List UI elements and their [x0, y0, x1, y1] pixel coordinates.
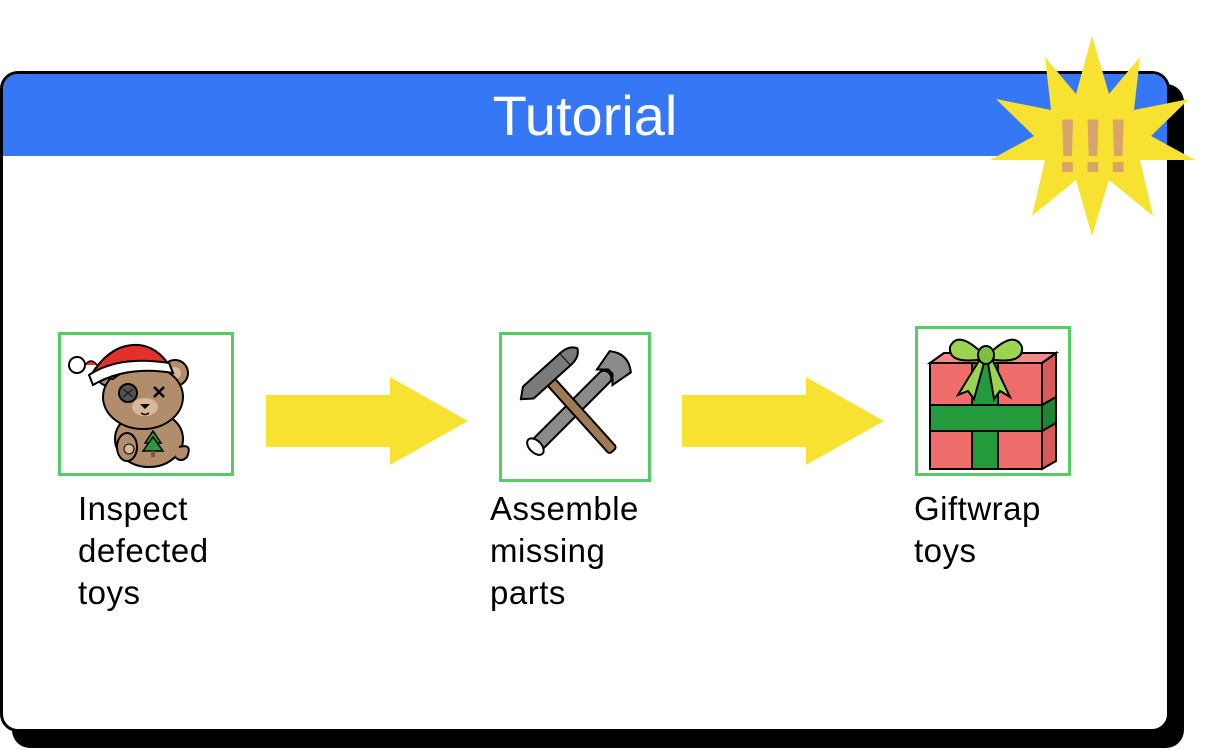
arrow-icon [266, 377, 468, 465]
tutorial-screen: Tutorial Inspect defected toys Assemble … [0, 0, 1229, 750]
gift-box-icon [926, 338, 1060, 471]
step-label-giftwrap: Giftwrap toys [914, 490, 1041, 569]
step-card-giftwrap [915, 326, 1071, 476]
burst-text: !!! [1055, 104, 1131, 189]
hammer-wrench-icon [519, 346, 632, 456]
arrow-icon [682, 377, 884, 465]
teddy-bear-icon [68, 343, 190, 468]
step-card-assemble [499, 332, 651, 482]
step-card-inspect [58, 332, 234, 476]
step-label-inspect: Inspect defected toys [78, 490, 209, 611]
exclamation-burst-icon: !!! [990, 36, 1195, 236]
step-label-assemble: Assemble missing parts [490, 490, 639, 611]
